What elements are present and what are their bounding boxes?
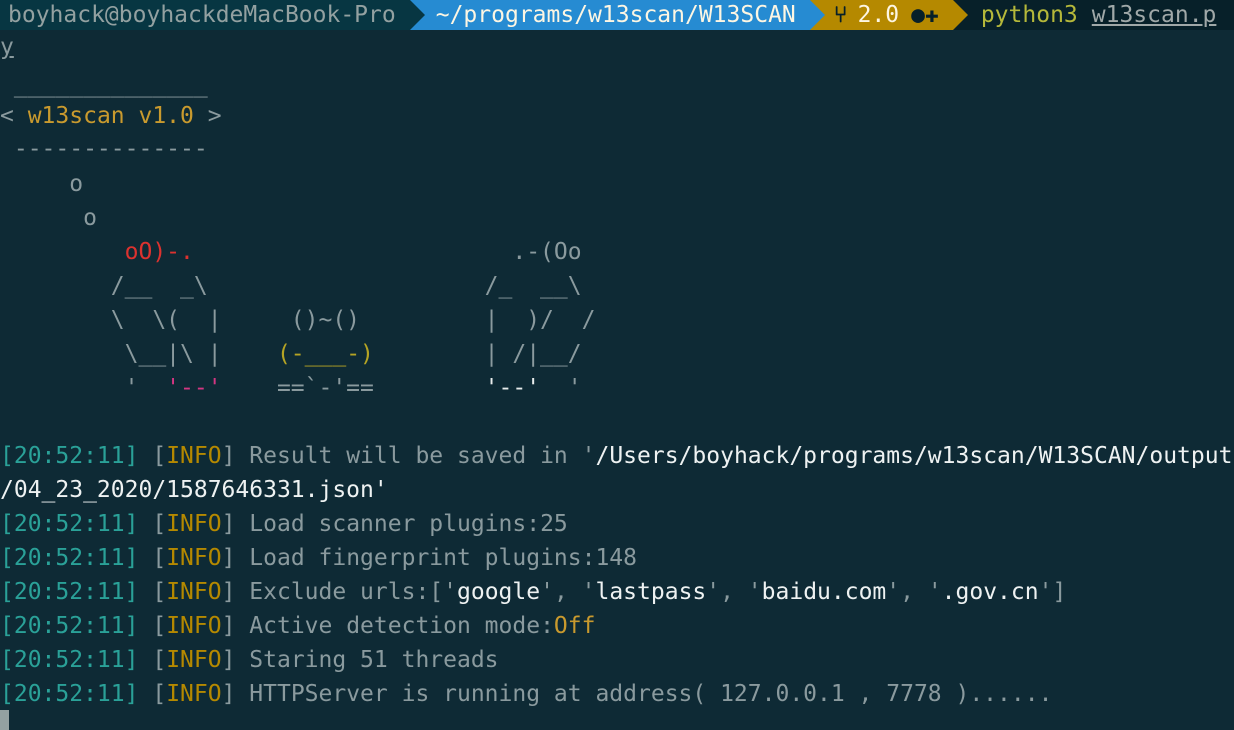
input-echo: y [0, 34, 14, 60]
log-timestamp: [20:52:11] [0, 545, 139, 571]
prompt-host: boyhack@boyhackdeMacBook-Pro [8, 2, 396, 28]
log-level: INFO [166, 443, 222, 469]
log-line: [20:52:11] [INFO] Staring 51 threads [0, 647, 499, 673]
prompt-branch: 2.0 [857, 2, 900, 28]
log-line: [20:52:11] [INFO] Result will be saved i… [0, 443, 1233, 469]
log-message: Load scanner plugins:25 [249, 511, 568, 537]
command-name: python3 [980, 2, 1078, 28]
log-value: /Users/boyhack/programs/w13scan/W13SCAN/… [595, 443, 1233, 469]
log-timestamp: [20:52:11] [0, 613, 139, 639]
log-timestamp: [20:52:11] [0, 647, 139, 673]
log-timestamp: [20:52:11] [0, 579, 139, 605]
log-level: INFO [166, 579, 222, 605]
excluded-url: .gov.cn [941, 579, 1039, 605]
log-message: Result will be saved in ' [249, 443, 596, 469]
segment-separator-icon [409, 0, 425, 30]
banner-title: w13scan v1.0 [27, 103, 194, 129]
log-message: Staring 51 threads [249, 647, 499, 673]
log-line: [20:52:11] [INFO] Load scanner plugins:2… [0, 511, 568, 537]
log-line: /04_23_2020/1587646331.json' [0, 473, 388, 507]
log-line: [20:52:11] [INFO] Exclude urls:['google'… [0, 579, 1067, 605]
ascii-art-row-5: ' '--' ==`-'== '--' ' [0, 375, 582, 401]
log-message: Load fingerprint plugins:148 [249, 545, 638, 571]
banner-bottom-border: -------------- [0, 136, 208, 162]
log-suffix: '] [1038, 579, 1067, 605]
log-message: HTTPServer is running at address( 127.0.… [249, 681, 1053, 707]
log-value: Off [553, 613, 596, 639]
banner-title-line: < w13scan v1.0 > [0, 103, 222, 129]
log-level: INFO [166, 511, 222, 537]
segment-separator-icon [809, 0, 825, 30]
log-message: Exclude urls:[' [249, 579, 457, 605]
log-line: [20:52:11] [INFO] Load fingerprint plugi… [0, 545, 638, 571]
log-line: [20:52:11] [INFO] HTTPServer is running … [0, 681, 1053, 707]
prompt-directory-segment: ~/programs/w13scan/W13SCAN [409, 0, 825, 30]
ascii-art-row-1: oO)-. .-(Oo [124, 239, 582, 265]
log-level: INFO [166, 681, 222, 707]
prompt-directory: ~/programs/w13scan/W13SCAN [435, 2, 796, 28]
log-line: [20:52:11] [INFO] Active detection mode:… [0, 613, 596, 639]
shell-prompt: boyhack@boyhackdeMacBook-Pro ~/programs/… [0, 0, 1234, 30]
prompt-git-segment: ⑂ 2.0 ●✚ [809, 0, 968, 30]
log-continuation: /04_23_2020/1587646331.json' [0, 477, 388, 503]
ascii-art-row-4: \__|\ | (-___-) | /|__/ [0, 341, 582, 367]
log-message: Active detection mode: [249, 613, 554, 639]
prompt-host-segment: boyhack@boyhackdeMacBook-Pro [0, 0, 425, 30]
ascii-art-row-3: \ \( | ()~() | )/ / [0, 307, 596, 333]
banner-top-border: ______________ [0, 72, 208, 98]
branch-icon: ⑂ [833, 2, 848, 28]
excluded-url: google [457, 579, 541, 605]
log-timestamp: [20:52:11] [0, 443, 139, 469]
command-file-argument: w13scan.p [1091, 2, 1217, 28]
log-level: INFO [166, 647, 222, 673]
banner-bubble-2: o [0, 205, 97, 231]
banner-bubble-1: o [0, 171, 84, 197]
excluded-url: lastpass [595, 579, 707, 605]
log-timestamp: [20:52:11] [0, 511, 139, 537]
log-timestamp: [20:52:11] [0, 681, 139, 707]
segment-separator-icon [952, 0, 968, 30]
prompt-command: python3 w13scan.p [953, 0, 1217, 30]
excluded-url: baidu.com [761, 579, 887, 605]
git-dirty-indicator: ●✚ [911, 2, 939, 28]
terminal-window[interactable]: boyhack@boyhackdeMacBook-Pro ~/programs/… [0, 0, 1234, 730]
ascii-art-row-2: /__ _\ /_ __\ [0, 273, 582, 299]
log-level: INFO [166, 545, 222, 571]
log-level: INFO [166, 613, 222, 639]
terminal-cursor [0, 710, 9, 730]
